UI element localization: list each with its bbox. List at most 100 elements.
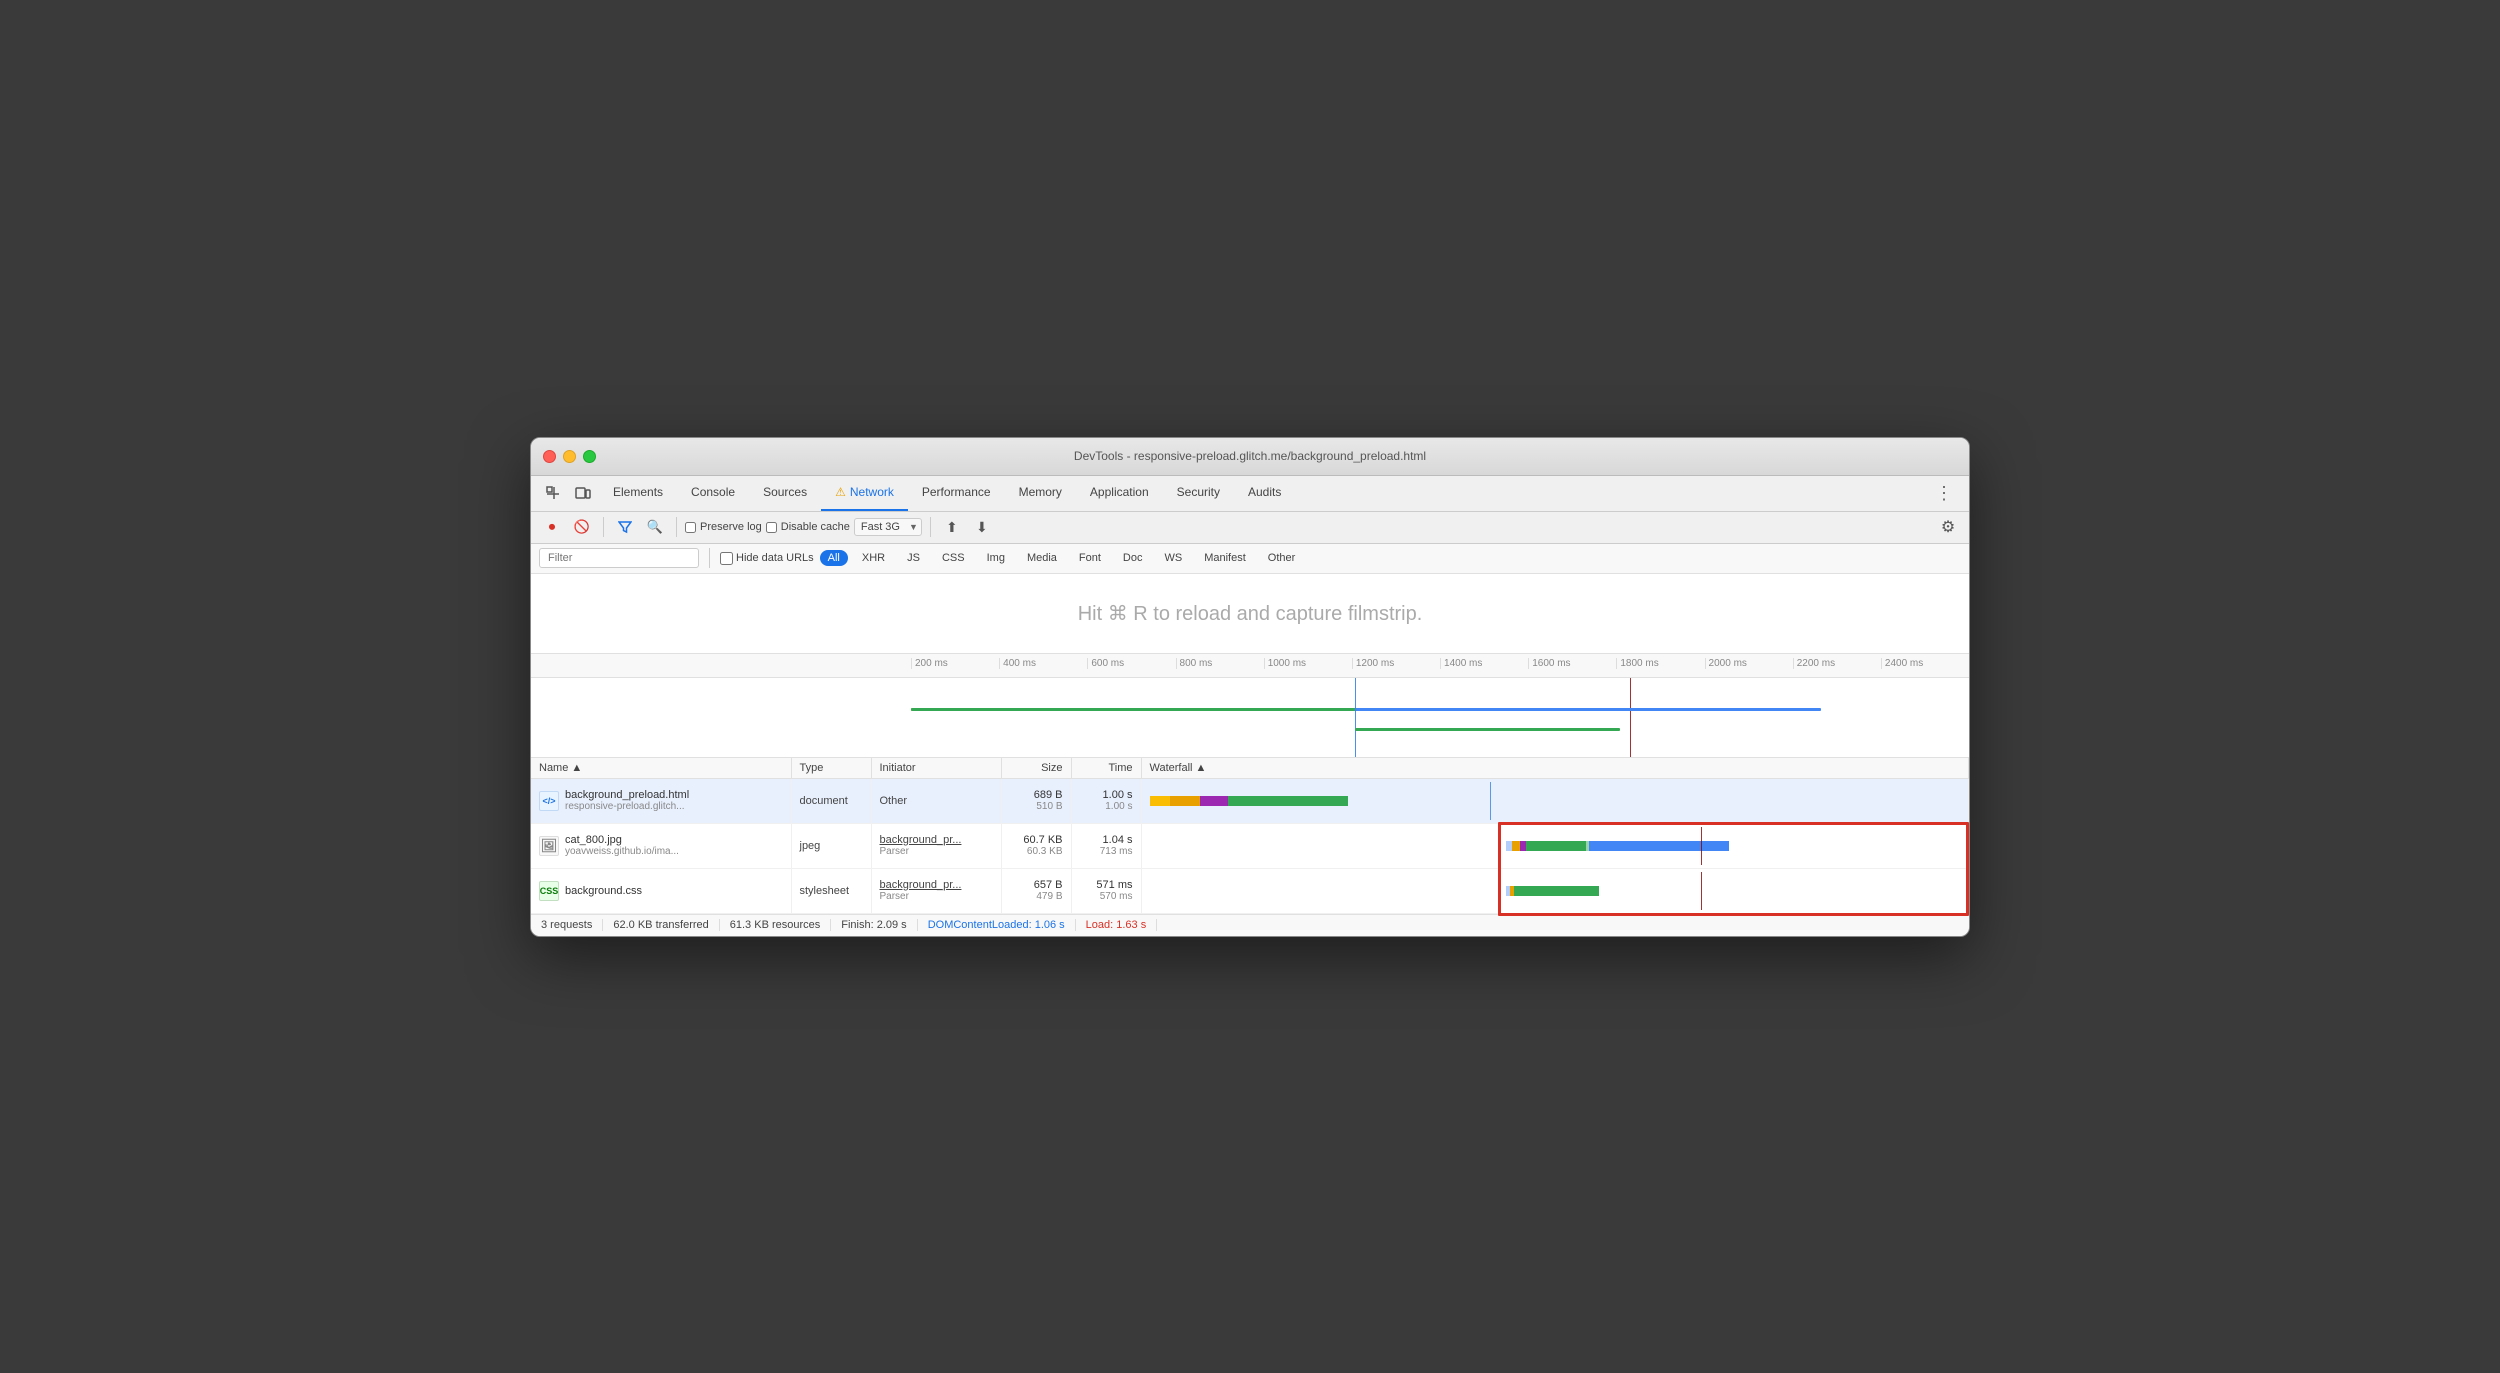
filename-2: cat_800.jpg <box>565 834 679 846</box>
col-size[interactable]: Size <box>1001 758 1071 779</box>
ruler-tick-600: 600 ms <box>1087 658 1175 669</box>
file-icon-html: </> <box>539 791 559 811</box>
timeline-ruler: 200 ms 400 ms 600 ms 800 ms 1000 ms 1200… <box>531 654 1969 678</box>
filter-bar: Hide data URLs All XHR JS CSS Img Media … <box>531 544 1969 574</box>
dom-content-loaded: DOMContentLoaded: 1.06 s <box>918 919 1076 931</box>
tab-application[interactable]: Application <box>1076 476 1163 511</box>
tab-console[interactable]: Console <box>677 476 749 511</box>
finish-time: Finish: 2.09 s <box>831 919 917 931</box>
preserve-log-label[interactable]: Preserve log <box>685 521 762 533</box>
tab-elements[interactable]: Elements <box>599 476 677 511</box>
table-row[interactable]: CSS background.css stylesheet background… <box>531 868 1969 913</box>
hide-data-urls-label[interactable]: Hide data URLs <box>720 552 814 565</box>
tab-audits[interactable]: Audits <box>1234 476 1295 511</box>
record-button[interactable]: ⏺ <box>539 514 565 540</box>
minimize-button[interactable] <box>563 450 576 463</box>
filter-all-button[interactable]: All <box>820 550 848 566</box>
filter-img-button[interactable]: Img <box>979 550 1013 566</box>
network-table: Name ▲ Type Initiator Size Time Waterfal… <box>531 758 1969 914</box>
close-button[interactable] <box>543 450 556 463</box>
col-type[interactable]: Type <box>791 758 871 779</box>
network-toolbar: ⏺ 🚫 🔍 Preserve log Disable cache Fast 3G… <box>531 512 1969 544</box>
throttle-select[interactable]: Fast 3G Slow 3G Online Offline <box>854 518 922 536</box>
title-bar: DevTools - responsive-preload.glitch.me/… <box>531 438 1969 476</box>
more-tabs-button[interactable]: ⋮ <box>1927 483 1961 504</box>
hide-data-urls-checkbox[interactable] <box>720 552 733 565</box>
transferred-size: 62.0 KB transferred <box>603 919 719 931</box>
devtools-window: DevTools - responsive-preload.glitch.me/… <box>530 437 1970 937</box>
toolbar-separator-3 <box>930 517 931 537</box>
clear-button[interactable]: 🚫 <box>569 514 595 540</box>
ruler-tick-1800: 1800 ms <box>1616 658 1704 669</box>
search-button[interactable]: 🔍 <box>642 514 668 540</box>
filter-xhr-button[interactable]: XHR <box>854 550 893 566</box>
cell-initiator-1: Other <box>871 778 1001 823</box>
table-row[interactable]: 🖼 cat_800.jpg yoavweiss.github.io/ima...… <box>531 823 1969 868</box>
network-table-wrapper: Name ▲ Type Initiator Size Time Waterfal… <box>531 758 1969 914</box>
network-settings-button[interactable]: ⚙ <box>1935 514 1961 540</box>
col-initiator[interactable]: Initiator <box>871 758 1001 779</box>
file-icon-css: CSS <box>539 881 559 901</box>
ruler-tick-400: 400 ms <box>999 658 1087 669</box>
tab-network[interactable]: ⚠ Network <box>821 476 908 511</box>
timeline-green2-line <box>1355 728 1620 731</box>
col-time[interactable]: Time <box>1071 758 1141 779</box>
filter-input[interactable] <box>539 548 699 568</box>
filter-css-button[interactable]: CSS <box>934 550 973 566</box>
filter-font-button[interactable]: Font <box>1071 550 1109 566</box>
tab-list: Elements Console Sources ⚠ Network Perfo… <box>599 476 1927 511</box>
cell-name-2: 🖼 cat_800.jpg yoavweiss.github.io/ima... <box>531 823 791 868</box>
filter-ws-button[interactable]: WS <box>1156 550 1190 566</box>
filename-domain-2: yoavweiss.github.io/ima... <box>565 846 679 857</box>
tab-memory[interactable]: Memory <box>1005 476 1076 511</box>
cell-name-1: </> background_preload.html responsive-p… <box>531 778 791 823</box>
cell-type-1: document <box>791 778 871 823</box>
timeline-blue-line <box>1355 708 1821 711</box>
warning-icon: ⚠ <box>835 485 846 499</box>
filter-media-button[interactable]: Media <box>1019 550 1065 566</box>
load-time: Load: 1.63 s <box>1076 919 1158 931</box>
col-name[interactable]: Name ▲ <box>531 758 791 779</box>
filter-manifest-button[interactable]: Manifest <box>1196 550 1254 566</box>
cell-initiator-3: background_pr... Parser <box>871 868 1001 913</box>
disable-cache-checkbox[interactable] <box>766 522 777 533</box>
filter-button[interactable] <box>612 514 638 540</box>
throttle-wrapper: Fast 3G Slow 3G Online Offline ▼ <box>854 518 922 536</box>
devtools-tab-bar: Elements Console Sources ⚠ Network Perfo… <box>531 476 1969 512</box>
file-icon-img: 🖼 <box>539 836 559 856</box>
tab-security[interactable]: Security <box>1163 476 1234 511</box>
cell-time-1: 1.00 s 1.00 s <box>1071 778 1141 823</box>
table-row[interactable]: </> background_preload.html responsive-p… <box>531 778 1969 823</box>
timeline-green-line <box>911 708 1398 711</box>
cell-size-1: 689 B 510 B <box>1001 778 1071 823</box>
cell-name-3: CSS background.css <box>531 868 791 913</box>
status-bar: 3 requests 62.0 KB transferred 61.3 KB r… <box>531 914 1969 936</box>
filter-other-button[interactable]: Other <box>1260 550 1304 566</box>
cell-waterfall-1 <box>1141 778 1969 823</box>
ruler-ticks: 200 ms 400 ms 600 ms 800 ms 1000 ms 1200… <box>531 658 1969 669</box>
ruler-tick-1200: 1200 ms <box>1352 658 1440 669</box>
tab-sources[interactable]: Sources <box>749 476 821 511</box>
filter-separator <box>709 548 710 568</box>
col-waterfall[interactable]: Waterfall ▲ <box>1141 758 1969 779</box>
timeline-lines <box>911 678 1969 757</box>
disable-cache-label[interactable]: Disable cache <box>766 521 850 533</box>
tab-performance[interactable]: Performance <box>908 476 1005 511</box>
import-button[interactable]: ⬆ <box>939 514 965 540</box>
cell-time-3: 571 ms 570 ms <box>1071 868 1141 913</box>
cell-size-3: 657 B 479 B <box>1001 868 1071 913</box>
cell-type-3: stylesheet <box>791 868 871 913</box>
device-toggle-icon[interactable] <box>569 479 597 507</box>
export-button[interactable]: ⬇ <box>969 514 995 540</box>
maximize-button[interactable] <box>583 450 596 463</box>
filmstrip-hint: Hit ⌘ R to reload and capture filmstrip. <box>1078 601 1423 626</box>
traffic-lights <box>543 450 596 463</box>
preserve-log-checkbox[interactable] <box>685 522 696 533</box>
ruler-tick-1000: 1000 ms <box>1264 658 1352 669</box>
filter-doc-button[interactable]: Doc <box>1115 550 1151 566</box>
filter-js-button[interactable]: JS <box>899 550 928 566</box>
ruler-tick-1600: 1600 ms <box>1528 658 1616 669</box>
filename-domain-1: responsive-preload.glitch... <box>565 801 689 812</box>
inspector-icon[interactable] <box>539 479 567 507</box>
timeline-domcontent-vline <box>1355 678 1356 757</box>
